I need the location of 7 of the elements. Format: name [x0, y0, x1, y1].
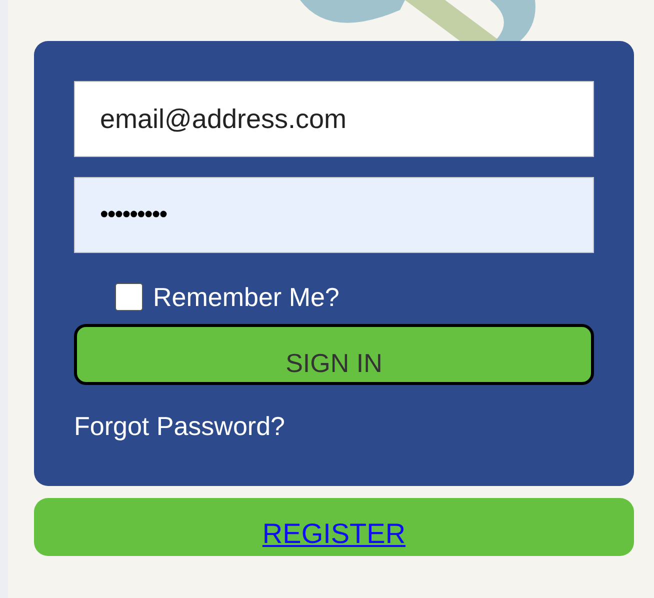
remember-label: Remember Me? — [153, 282, 340, 312]
sign-in-button[interactable]: SIGN IN — [74, 324, 594, 385]
email-field[interactable]: email@address.com — [74, 81, 594, 157]
remember-checkbox[interactable] — [115, 283, 143, 311]
forgot-password-link[interactable]: Forgot Password? — [74, 411, 285, 442]
register-link[interactable]: REGISTER — [262, 518, 406, 549]
password-field[interactable]: ••••••••• — [74, 177, 594, 253]
